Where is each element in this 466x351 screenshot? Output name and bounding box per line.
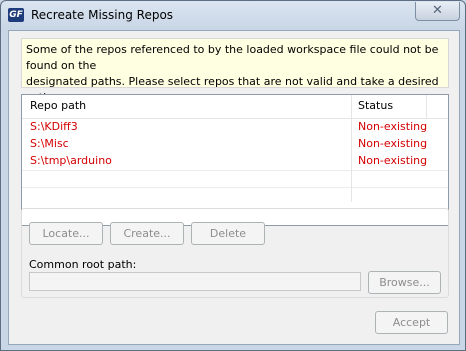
table-row[interactable]: S:\Misc Non-existing — [22, 136, 448, 153]
title-bar[interactable]: GF Recreate Missing Repos ✕ — [1, 1, 465, 29]
cell-divider — [351, 119, 352, 202]
table-header: Repo path Status — [22, 95, 448, 119]
close-button[interactable]: ✕ — [415, 2, 460, 21]
status-cell: Non-existing — [358, 137, 428, 150]
locate-button[interactable]: Locate... — [29, 222, 103, 245]
column-divider[interactable] — [426, 95, 427, 118]
repo-table[interactable]: Repo path Status S:\KDiff3 Non-existing … — [21, 94, 449, 226]
dialog-window: GF Recreate Missing Repos ✕ Some of the … — [0, 0, 466, 351]
app-icon: GF — [8, 8, 24, 22]
banner-text-line1: Some of the repos referenced to by the l… — [26, 43, 439, 72]
status-cell: Non-existing — [358, 154, 428, 167]
accept-button[interactable]: Accept — [375, 311, 448, 334]
window-title: Recreate Missing Repos — [31, 8, 174, 22]
dialog-body: Some of the repos referenced to by the l… — [8, 30, 460, 345]
table-row[interactable]: S:\KDiff3 Non-existing — [22, 119, 448, 136]
column-divider[interactable] — [351, 95, 352, 118]
repo-path-cell: S:\tmp\arduino — [30, 154, 112, 167]
common-root-path-label: Common root path: — [29, 258, 137, 271]
close-icon: ✕ — [432, 3, 443, 18]
row-gridline — [22, 187, 448, 188]
column-header-status[interactable]: Status — [358, 99, 393, 112]
status-cell: Non-existing — [358, 120, 428, 133]
common-root-path-input[interactable] — [29, 272, 361, 291]
column-header-repo-path[interactable]: Repo path — [30, 99, 86, 112]
repo-path-cell: S:\Misc — [30, 137, 69, 150]
info-banner: Some of the repos referenced to by the l… — [21, 38, 449, 104]
table-row[interactable]: S:\tmp\arduino Non-existing — [22, 153, 448, 170]
repo-path-cell: S:\KDiff3 — [30, 120, 78, 133]
browse-button[interactable]: Browse... — [368, 271, 441, 294]
delete-button[interactable]: Delete — [191, 222, 265, 245]
create-button[interactable]: Create... — [110, 222, 184, 245]
row-gridline — [22, 170, 448, 171]
